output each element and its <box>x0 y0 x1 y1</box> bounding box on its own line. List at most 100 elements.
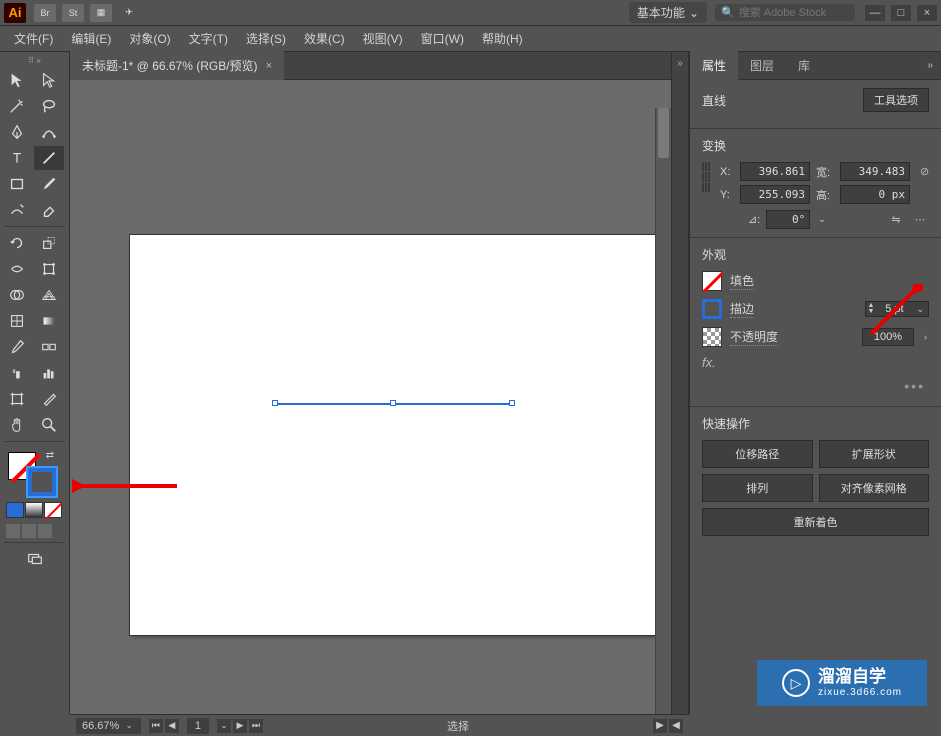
shape-builder-tool[interactable] <box>2 283 32 307</box>
perspective-grid-tool[interactable] <box>34 283 64 307</box>
offset-path-button[interactable]: 位移路径 <box>702 440 813 468</box>
opacity-swatch[interactable] <box>702 327 722 347</box>
opacity-more-icon[interactable]: › <box>922 332 929 342</box>
selection-tool[interactable] <box>2 68 32 92</box>
tools-gripper[interactable]: ⠿ » <box>2 56 67 66</box>
bridge-icon[interactable]: Br <box>34 4 56 22</box>
eraser-tool[interactable] <box>34 198 64 222</box>
menu-edit[interactable]: 编辑(E) <box>63 26 119 51</box>
pen-tool[interactable] <box>2 120 32 144</box>
tab-libraries[interactable]: 库 <box>786 51 822 80</box>
flip-horizontal-icon[interactable]: ⇋ <box>887 211 905 229</box>
close-button[interactable]: × <box>917 5 937 21</box>
color-mode-none[interactable] <box>44 502 62 518</box>
gradient-tool[interactable] <box>34 309 64 333</box>
stroke-weight-dropdown-icon[interactable]: ⌄ <box>914 304 926 315</box>
shaper-tool[interactable] <box>2 198 32 222</box>
direct-selection-tool[interactable] <box>34 68 64 92</box>
eyedropper-tool[interactable] <box>2 335 32 359</box>
menu-view[interactable]: 视图(V) <box>355 26 411 51</box>
tab-properties[interactable]: 属性 <box>690 51 738 80</box>
type-tool[interactable]: T <box>2 146 32 170</box>
next-artboard-icon[interactable]: ▶ <box>233 719 247 733</box>
symbol-sprayer-tool[interactable] <box>2 361 32 385</box>
draw-behind-icon[interactable] <box>22 524 36 538</box>
document-tab[interactable]: 未标题-1* @ 66.67% (RGB/预览) × <box>70 51 284 80</box>
color-mode-solid[interactable] <box>6 502 24 518</box>
workspace-switcher[interactable]: 基本功能 ⌄ <box>629 2 707 23</box>
search-input[interactable] <box>739 7 849 19</box>
fill-stroke-swatch[interactable]: ⇄ <box>6 450 62 498</box>
stock-icon[interactable]: St <box>62 4 84 22</box>
prev-artboard-icon[interactable]: ◀ <box>165 719 179 733</box>
color-mode-gradient[interactable] <box>25 502 43 518</box>
menu-select[interactable]: 选择(S) <box>238 26 294 51</box>
zoom-tool[interactable] <box>34 413 64 437</box>
angle-input[interactable] <box>766 210 810 229</box>
fill-color-swatch[interactable] <box>702 271 722 291</box>
align-pixel-button[interactable]: 对齐像素网格 <box>819 474 930 502</box>
canvas[interactable] <box>70 80 671 714</box>
search-stock[interactable]: 🔍 <box>715 4 855 21</box>
width-tool[interactable] <box>2 257 32 281</box>
first-artboard-icon[interactable]: ⏮ <box>149 719 163 733</box>
magic-wand-tool[interactable] <box>2 94 32 118</box>
arrange-docs-icon[interactable]: ▦ <box>90 4 112 22</box>
angle-dropdown-icon[interactable]: ⌄ <box>816 214 828 225</box>
scale-tool[interactable] <box>34 231 64 255</box>
x-input[interactable] <box>740 162 810 181</box>
selection-handle-mid[interactable] <box>390 400 396 406</box>
rotate-tool[interactable] <box>2 231 32 255</box>
recolor-button[interactable]: 重新着色 <box>702 508 929 536</box>
stroke-weight-field[interactable]: ▲▼ ⌄ <box>865 301 929 317</box>
scrollbar-thumb[interactable] <box>658 108 669 158</box>
hscroll-right-icon[interactable]: ▶ <box>653 719 667 733</box>
tab-layers[interactable]: 图层 <box>738 51 786 80</box>
draw-inside-icon[interactable] <box>38 524 52 538</box>
h-input[interactable] <box>840 185 910 204</box>
opacity-input[interactable] <box>862 328 914 346</box>
artboard-dropdown-icon[interactable]: ⌄ <box>217 719 231 733</box>
appearance-more-icon[interactable]: ••• <box>702 378 929 398</box>
paintbrush-tool[interactable] <box>34 172 64 196</box>
hscroll-left-icon[interactable]: ◀ <box>669 719 683 733</box>
selection-handle-left[interactable] <box>272 400 278 406</box>
menu-window[interactable]: 窗口(W) <box>413 26 472 51</box>
lasso-tool[interactable] <box>34 94 64 118</box>
artboard-number[interactable]: 1 <box>187 718 209 734</box>
horizontal-scrollbar[interactable]: ▶ ◀ <box>653 719 683 733</box>
zoom-field[interactable]: 66.67% ⌄ <box>76 718 141 734</box>
constrain-proportions-icon[interactable]: ⊘ <box>920 162 929 180</box>
rectangle-tool[interactable] <box>2 172 32 196</box>
selection-handle-right[interactable] <box>509 400 515 406</box>
stroke-weight-input[interactable] <box>876 303 912 315</box>
mesh-tool[interactable] <box>2 309 32 333</box>
gpu-icon[interactable]: ✈ <box>118 4 140 22</box>
panel-expand-icon[interactable]: » <box>919 56 941 75</box>
more-options-icon[interactable]: ⋯ <box>911 211 929 229</box>
stroke-color-swatch[interactable] <box>702 299 722 319</box>
artboard[interactable] <box>130 235 655 635</box>
collapsed-panels-strip[interactable]: » <box>671 52 689 714</box>
column-graph-tool[interactable] <box>34 361 64 385</box>
stroke-swatch[interactable] <box>28 468 56 496</box>
reference-point[interactable] <box>702 162 710 192</box>
free-transform-tool[interactable] <box>34 257 64 281</box>
menu-file[interactable]: 文件(F) <box>6 26 61 51</box>
minimize-button[interactable]: — <box>865 5 885 21</box>
swap-fill-stroke-icon[interactable]: ⇄ <box>46 450 54 461</box>
last-artboard-icon[interactable]: ⏭ <box>249 719 263 733</box>
menu-object[interactable]: 对象(O) <box>121 26 178 51</box>
arrange-button[interactable]: 排列 <box>702 474 813 502</box>
menu-effect[interactable]: 效果(C) <box>296 26 353 51</box>
screen-mode-tool[interactable] <box>20 547 50 571</box>
menu-help[interactable]: 帮助(H) <box>474 26 531 51</box>
stepper-down-icon[interactable]: ▼ <box>868 309 875 315</box>
curvature-tool[interactable] <box>34 120 64 144</box>
slice-tool[interactable] <box>34 387 64 411</box>
hand-tool[interactable] <box>2 413 32 437</box>
close-tab-icon[interactable]: × <box>266 60 272 72</box>
zoom-dropdown-icon[interactable]: ⌄ <box>123 720 135 731</box>
y-input[interactable] <box>740 185 810 204</box>
tool-options-button[interactable]: 工具选项 <box>863 88 929 112</box>
